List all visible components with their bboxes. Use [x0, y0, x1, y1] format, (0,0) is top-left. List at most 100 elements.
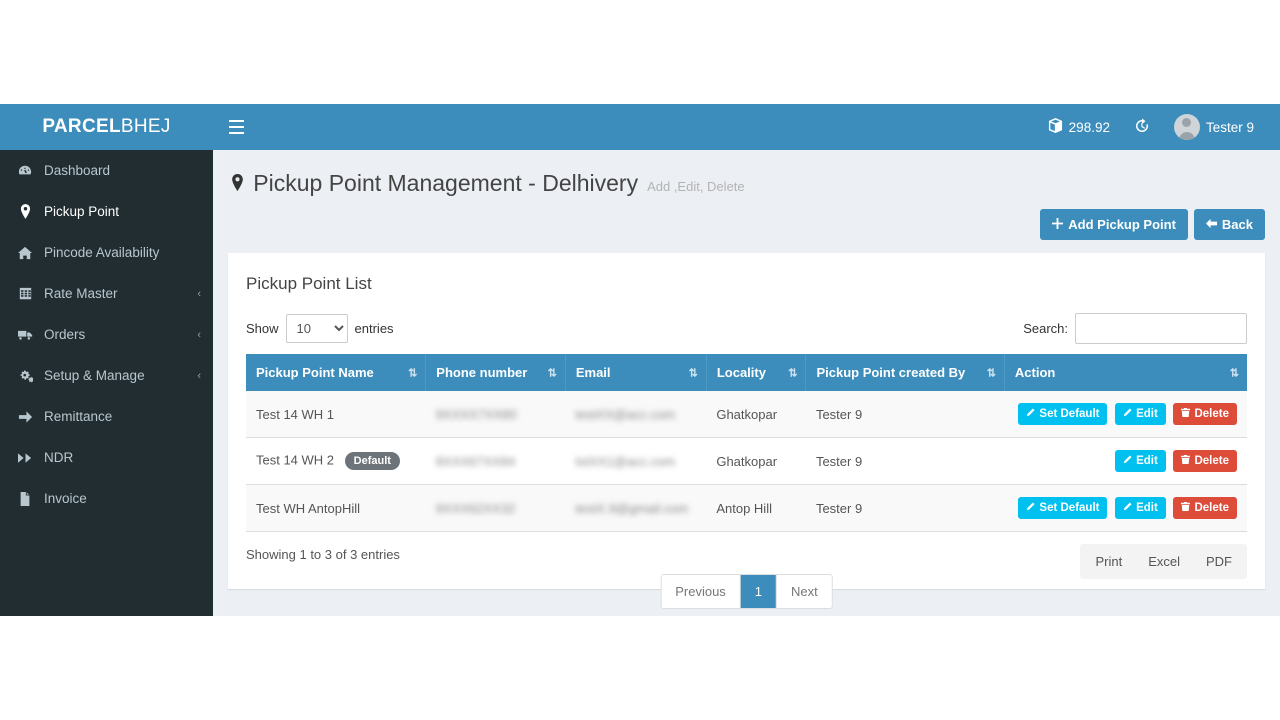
history-button[interactable]	[1122, 104, 1162, 150]
sidebar-item-orders[interactable]: Orders ‹	[0, 314, 213, 355]
column-header-phone-number[interactable]: Phone number ⇅	[425, 354, 566, 391]
content-area: Pickup Point Management - Delhivery Add …	[213, 150, 1280, 616]
cell-locality: Ghatkopar	[706, 391, 806, 438]
column-label: Phone number	[436, 365, 528, 380]
column-label: Action	[1014, 365, 1056, 380]
sidebar-item-label: Dashboard	[44, 163, 111, 178]
file-icon	[14, 491, 36, 506]
sidebar-item-label: NDR	[44, 450, 74, 465]
page-header: Pickup Point Management - Delhivery Add …	[228, 162, 1265, 197]
cell-actions: Set Default Edit Delete	[1004, 391, 1247, 438]
table-info: Showing 1 to 3 of 3 entries	[246, 547, 400, 562]
page-length-select[interactable]: 10 25 50 100	[285, 314, 348, 343]
sort-icon: ⇅	[688, 367, 698, 379]
back-button-label: Back	[1221, 217, 1253, 232]
app-root: PARCEL BHEJ Dashboard Pickup Point Pinco…	[0, 104, 1280, 616]
panel-title: Pickup Point List	[246, 274, 372, 293]
burger-bar	[228, 132, 244, 134]
dashboard-icon	[14, 164, 36, 178]
delete-label: Delete	[1194, 502, 1229, 514]
export-buttons: Print Excel PDF	[1080, 544, 1247, 579]
pencil-icon	[1123, 408, 1132, 420]
page-length-control: Show 10 25 50 100 entries	[246, 314, 394, 343]
cell-phone-number: 9XXXX7XX80	[425, 391, 566, 438]
sidebar-item-setup-manage[interactable]: Setup & Manage ‹	[0, 355, 213, 396]
pagination-next[interactable]: Next	[777, 575, 832, 608]
sidebar-item-remittance[interactable]: Remittance	[0, 396, 213, 437]
pagination-previous[interactable]: Previous	[661, 575, 741, 608]
search-input[interactable]	[1075, 313, 1247, 344]
add-pickup-point-button[interactable]: Add Pickup Point	[1040, 209, 1188, 240]
user-menu[interactable]: Tester 9	[1162, 104, 1266, 150]
sidebar-item-pincode-availability[interactable]: Pincode Availability	[0, 232, 213, 273]
burger-bar	[228, 120, 244, 122]
pdf-button[interactable]: PDF	[1193, 546, 1245, 577]
sort-icon: ⇅	[547, 367, 557, 379]
arrow-right-icon	[14, 410, 36, 423]
excel-button[interactable]: Excel	[1135, 546, 1193, 577]
cell-locality: Antop Hill	[706, 484, 806, 532]
set-default-button[interactable]: Set Default	[1018, 403, 1108, 425]
add-pickup-point-label: Add Pickup Point	[1068, 217, 1176, 232]
sidebar-item-label: Pickup Point	[44, 204, 120, 219]
delete-button[interactable]: Delete	[1173, 450, 1237, 472]
pencil-icon	[1026, 408, 1035, 420]
arrow-left-icon	[1205, 217, 1217, 232]
trash-icon	[1181, 502, 1191, 514]
cell-actions: Edit Delete	[1004, 437, 1247, 485]
table-head: Pickup Point Name ⇅ Phone number ⇅ Email…	[246, 354, 1247, 391]
print-button[interactable]: Print	[1082, 546, 1135, 577]
table-footer: Showing 1 to 3 of 3 entries Previous 1 N…	[246, 544, 1247, 614]
home-icon	[14, 246, 36, 260]
edit-button[interactable]: Edit	[1115, 403, 1166, 425]
truck-icon	[14, 329, 36, 341]
pagination-page-1[interactable]: 1	[740, 575, 778, 608]
page-action-buttons: Add Pickup Point Back	[228, 209, 1265, 240]
table-body: Test 14 WH 1 9XXXX7XX80 testXX@acc.com G…	[246, 391, 1247, 532]
grid-icon	[14, 287, 36, 300]
cell-pickup-point-name: Test 14 WH 2 Default	[246, 437, 426, 485]
set-default-label: Set Default	[1039, 408, 1100, 420]
column-header-email[interactable]: Email ⇅	[565, 354, 707, 391]
edit-label: Edit	[1136, 408, 1158, 420]
show-label: Show	[246, 321, 279, 336]
sidebar-item-dashboard[interactable]: Dashboard	[0, 150, 213, 191]
map-pin-icon	[14, 204, 36, 219]
column-label: Locality	[716, 365, 766, 380]
delete-label: Delete	[1194, 408, 1229, 420]
sidebar-item-ndr[interactable]: NDR	[0, 437, 213, 478]
sidebar-item-rate-master[interactable]: Rate Master ‹	[0, 273, 213, 314]
edit-button[interactable]: Edit	[1115, 450, 1166, 472]
cell-locality: Ghatkopar	[706, 437, 806, 485]
chevron-left-icon: ‹	[197, 369, 201, 382]
table-row: Test 14 WH 1 9XXXX7XX80 testXX@acc.com G…	[246, 391, 1247, 438]
column-header-created-by[interactable]: Pickup Point created By ⇅	[805, 354, 1005, 391]
edit-button[interactable]: Edit	[1115, 497, 1166, 519]
sidebar-item-invoice[interactable]: Invoice	[0, 478, 213, 519]
wallet-balance[interactable]: 298.92	[1036, 104, 1122, 150]
back-button[interactable]: Back	[1193, 209, 1265, 240]
cell-phone-number: 8XXX67XX84	[425, 437, 566, 485]
delete-button[interactable]: Delete	[1173, 497, 1237, 519]
column-header-action[interactable]: Action ⇅	[1004, 354, 1247, 391]
set-default-button[interactable]: Set Default	[1018, 497, 1108, 519]
column-label: Pickup Point Name	[256, 365, 374, 380]
delete-button[interactable]: Delete	[1173, 403, 1237, 425]
table-header-row: Pickup Point Name ⇅ Phone number ⇅ Email…	[246, 354, 1247, 391]
sidebar-toggle-button[interactable]	[213, 104, 259, 150]
edit-label: Edit	[1136, 502, 1158, 514]
email: tstXX1@acc.com	[575, 453, 676, 469]
brand-logo[interactable]: PARCEL BHEJ	[0, 104, 213, 150]
cell-actions: Set Default Edit Delete	[1004, 484, 1247, 532]
sort-icon: ⇅	[408, 367, 417, 379]
column-header-pickup-point-name[interactable]: Pickup Point Name ⇅	[246, 354, 427, 391]
chevron-left-icon: ‹	[197, 287, 201, 300]
cell-phone-number: 9XXX62XX32	[425, 484, 566, 532]
sidebar-nav: Dashboard Pickup Point Pincode Availabil…	[0, 150, 213, 519]
cell-created-by: Tester 9	[805, 391, 1005, 438]
column-header-locality[interactable]: Locality ⇅	[706, 354, 807, 391]
sidebar-item-pickup-point[interactable]: Pickup Point	[0, 191, 213, 232]
email: testX.9@gmail.com	[575, 500, 689, 516]
plus-icon	[1052, 217, 1064, 232]
pencil-icon	[1026, 502, 1035, 514]
